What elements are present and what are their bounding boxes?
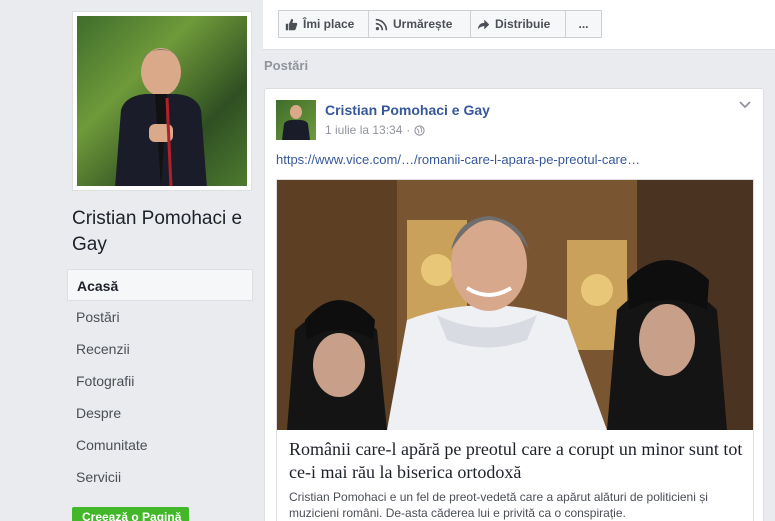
- link-preview[interactable]: Românii care-l apără pe preotul care a c…: [276, 179, 754, 521]
- link-image: [277, 180, 753, 430]
- post-link-url[interactable]: https://www.vice.com/…/romanii-care-l-ap…: [276, 152, 640, 167]
- follow-label: Urmărește: [393, 17, 453, 31]
- like-label: Îmi place: [303, 17, 355, 31]
- link-description: Cristian Pomohaci e un fel de preot-vede…: [289, 490, 708, 520]
- article-photo: [277, 180, 753, 430]
- create-page-button[interactable]: Creează o Pagină: [72, 507, 189, 521]
- post-time[interactable]: 1 iulie la 13:34: [325, 123, 402, 137]
- profile-picture[interactable]: [72, 11, 252, 191]
- avatar-person: [282, 105, 310, 140]
- profile-photo: [77, 16, 247, 186]
- action-bar: Îmi place Urmărește Distribuie ...: [263, 0, 775, 50]
- share-label: Distribuie: [495, 17, 551, 31]
- nav-item-servicii[interactable]: Servicii: [67, 461, 253, 493]
- thumbs-up-icon: [285, 18, 298, 30]
- left-column: Cristian Pomohaci e Gay Acasă Postări Re…: [0, 0, 262, 521]
- section-title: Postări: [264, 58, 309, 73]
- share-button[interactable]: Distribuie: [470, 10, 566, 38]
- post-meta: 1 iulie la 13:34 ·: [325, 123, 426, 137]
- more-icon: ...: [578, 17, 589, 31]
- chevron-down-icon[interactable]: [739, 101, 751, 109]
- nav-item-recenzii[interactable]: Recenzii: [67, 333, 253, 365]
- page-name: Cristian Pomohaci e Gay: [72, 208, 243, 255]
- follow-button[interactable]: Urmărește: [368, 10, 471, 38]
- share-arrow-icon: [477, 19, 490, 29]
- like-button[interactable]: Îmi place: [278, 10, 369, 38]
- nav-item-acasa[interactable]: Acasă: [67, 269, 253, 301]
- nav-item-despre[interactable]: Despre: [67, 397, 253, 429]
- nav-item-postari[interactable]: Postări: [67, 301, 253, 333]
- nav-item-fotografii[interactable]: Fotografii: [67, 365, 253, 397]
- person-silhouette: [115, 48, 207, 186]
- post-author[interactable]: Cristian Pomohaci e Gay: [325, 102, 490, 118]
- nav-item-comunitate[interactable]: Comunitate: [67, 429, 253, 461]
- post-avatar[interactable]: [276, 100, 316, 140]
- page-nav: Acasă Postări Recenzii Fotografii Despre…: [67, 269, 253, 493]
- globe-icon: [414, 124, 426, 136]
- post-card: Cristian Pomohaci e Gay 1 iulie la 13:34…: [264, 88, 764, 521]
- more-button[interactable]: ...: [565, 10, 602, 38]
- rss-icon: [375, 18, 388, 30]
- link-title[interactable]: Românii care-l apără pe preotul care a c…: [289, 438, 744, 484]
